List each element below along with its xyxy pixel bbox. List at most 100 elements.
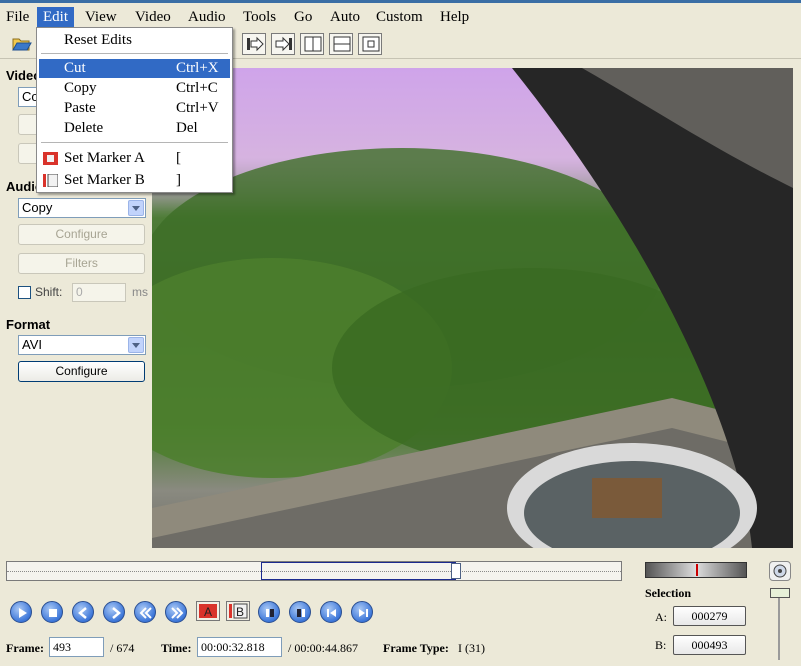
menu-custom[interactable]: Custom	[370, 7, 429, 29]
selection-b-label: B:	[655, 638, 667, 652]
menu-go[interactable]: Go	[288, 7, 318, 29]
menu-item-shortcut: Ctrl+V	[176, 100, 219, 116]
volume-slider-thumb[interactable]	[770, 588, 790, 598]
frame-type-value: I (31)	[458, 641, 485, 655]
frame-type-label: Frame Type:	[383, 641, 449, 655]
menu-auto[interactable]: Auto	[324, 7, 366, 29]
view-output-button[interactable]	[271, 33, 295, 55]
audio-shift-row: Shift: 0 ms	[18, 283, 150, 303]
time-total: / 00:00:44.867	[288, 641, 359, 655]
menu-video[interactable]: Video	[129, 7, 177, 29]
next-frame-icon	[112, 607, 121, 619]
frame-total: / 674	[110, 641, 135, 655]
timeline-thumb[interactable]	[451, 563, 461, 579]
previous-keyframe-button[interactable]	[134, 601, 156, 623]
go-start-button[interactable]	[320, 601, 342, 623]
next-frame-button[interactable]	[103, 601, 125, 623]
split-horizontal-icon	[333, 36, 351, 52]
audio-codec-select[interactable]: Copy	[18, 198, 146, 218]
status-bar: Frame: 493 / 674 Time: 00:00:32.818 / 00…	[0, 636, 640, 658]
audio-filters-button[interactable]: Filters	[18, 253, 145, 274]
open-button[interactable]	[10, 33, 34, 55]
go-marker-a-button[interactable]	[258, 601, 280, 623]
set-marker-b-icon: B	[229, 603, 248, 619]
menu-item-label: Copy	[64, 80, 97, 96]
go-end-icon	[359, 609, 368, 617]
go-marker-b-icon	[297, 609, 305, 617]
format-value: AVI	[22, 337, 42, 352]
format-section-title: Format	[6, 317, 51, 332]
video-frame-scene	[152, 68, 793, 548]
view-side-by-side-button[interactable]	[300, 33, 324, 55]
next-keyframe-button[interactable]	[165, 601, 187, 623]
menu-item-shortcut: ]	[176, 172, 181, 188]
play-icon	[19, 608, 27, 618]
go-marker-b-button[interactable]	[289, 601, 311, 623]
timeline-selection	[261, 562, 456, 580]
previous-frame-icon	[78, 607, 87, 619]
menu-item-shortcut: Ctrl+C	[176, 80, 218, 96]
view-preview-button[interactable]	[358, 33, 382, 55]
go-end-button[interactable]	[351, 601, 373, 623]
marker-a-icon	[43, 152, 58, 165]
jog-shuttle[interactable]	[645, 562, 747, 578]
view-input-button[interactable]	[242, 33, 266, 55]
menu-item-label: Paste	[64, 100, 96, 116]
stop-icon	[49, 609, 57, 617]
time-input[interactable]: 00:00:32.818	[197, 637, 282, 657]
volume-button[interactable]	[769, 561, 791, 581]
menu-item-shortcut: Ctrl+X	[176, 60, 219, 76]
previous-keyframe-icon	[139, 607, 152, 619]
menu-item-set-marker-b[interactable]: Set Marker B ]	[39, 171, 230, 190]
volume-slider-track	[778, 590, 780, 660]
format-configure-button[interactable]: Configure	[18, 361, 145, 382]
menu-item-delete[interactable]: Delete Del	[39, 119, 230, 138]
input-arrow-icon	[247, 36, 264, 52]
split-vertical-icon	[304, 36, 322, 52]
menu-item-paste[interactable]: Paste Ctrl+V	[39, 99, 230, 118]
menu-item-reset-edits[interactable]: Reset Edits	[39, 31, 230, 50]
menu-item-shortcut: Del	[176, 120, 198, 136]
play-button[interactable]	[10, 601, 32, 623]
marker-b-icon	[43, 174, 58, 187]
menu-item-label: Cut	[64, 60, 86, 76]
menu-tools[interactable]: Tools	[237, 7, 282, 29]
audio-codec-value: Copy	[22, 200, 53, 215]
menu-separator	[41, 53, 228, 54]
menu-help[interactable]: Help	[434, 7, 475, 29]
chevron-down-icon	[128, 337, 144, 353]
selection-a-label: A:	[655, 610, 667, 624]
menu-file[interactable]: File	[0, 7, 35, 29]
output-arrow-icon	[275, 36, 292, 52]
selection-title: Selection	[645, 586, 691, 600]
shift-checkbox[interactable]	[18, 286, 31, 299]
menu-item-label: Set Marker B	[64, 172, 145, 188]
selection-a-button[interactable]: 000279	[673, 606, 746, 626]
go-marker-a-icon	[266, 609, 274, 617]
set-marker-b-button[interactable]: B	[226, 601, 250, 621]
format-select[interactable]: AVI	[18, 335, 146, 355]
menu-item-copy[interactable]: Copy Ctrl+C	[39, 79, 230, 98]
go-start-icon	[327, 609, 336, 617]
selection-b-button[interactable]: 000493	[673, 635, 746, 655]
set-marker-a-icon: A	[199, 604, 217, 619]
previous-frame-button[interactable]	[72, 601, 94, 623]
menu-separator	[41, 142, 228, 143]
set-marker-a-button[interactable]: A	[196, 601, 220, 621]
audio-configure-button[interactable]: Configure	[18, 224, 145, 245]
shift-input[interactable]: 0	[72, 283, 126, 302]
menu-item-cut[interactable]: Cut Ctrl+X	[39, 59, 230, 78]
menu-bar: File Edit View Video Audio Tools Go Auto…	[0, 0, 801, 29]
next-keyframe-icon	[171, 607, 184, 619]
menu-view[interactable]: View	[79, 7, 123, 29]
menu-audio[interactable]: Audio	[182, 7, 232, 29]
view-top-bottom-button[interactable]	[329, 33, 353, 55]
menu-item-label: Delete	[64, 120, 104, 136]
timeline-slider[interactable]	[6, 561, 622, 581]
frame-input[interactable]: 493	[49, 637, 104, 657]
frame-label: Frame:	[6, 641, 44, 655]
menu-edit[interactable]: Edit	[37, 7, 74, 29]
menu-item-set-marker-a[interactable]: Set Marker A [	[39, 149, 230, 168]
stop-button[interactable]	[41, 601, 63, 623]
marker-a-glyph: A	[204, 605, 212, 619]
